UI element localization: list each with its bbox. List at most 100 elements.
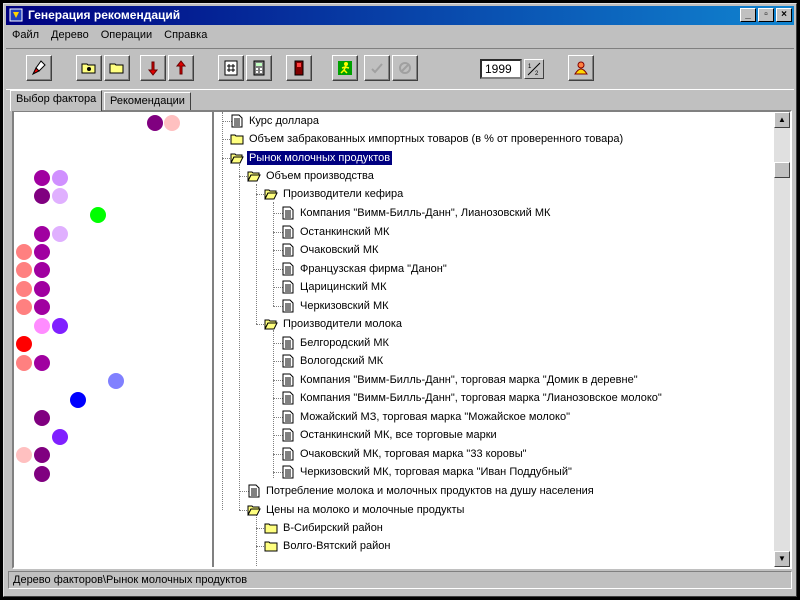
svg-text:1: 1 — [528, 64, 532, 70]
tree-item[interactable]: Можайский МЗ, торговая марка "Можайское … — [281, 408, 572, 426]
document-icon — [282, 225, 294, 239]
tree-item[interactable]: Царицинский МК — [281, 278, 389, 296]
tree-item[interactable]: Компания "Вимм-Билль-Данн", торговая мар… — [281, 371, 640, 389]
scroll-thumb[interactable] — [774, 162, 790, 178]
device-button[interactable] — [286, 55, 312, 81]
factor-dot[interactable] — [34, 188, 50, 204]
tree-item[interactable]: Объем производства — [247, 167, 376, 185]
menu-help[interactable]: Справка — [158, 27, 213, 45]
factor-dot[interactable] — [34, 447, 50, 463]
factor-dot[interactable] — [34, 281, 50, 297]
minimize-button[interactable]: _ — [740, 8, 756, 22]
scroll-down-button[interactable]: ▼ — [774, 551, 790, 567]
people-icon — [574, 61, 588, 75]
factor-dot[interactable] — [16, 299, 32, 315]
experts-button[interactable] — [568, 55, 594, 81]
tree-item[interactable]: Потребление молока и молочных продуктов … — [247, 482, 596, 500]
maximize-button[interactable]: ▫ — [758, 8, 774, 22]
tree-item[interactable]: Компания "Вимм-Билль-Данн", Лианозовский… — [281, 204, 552, 222]
tab-factor-selection[interactable]: Выбор фактора — [10, 90, 103, 111]
open-button[interactable] — [76, 55, 102, 81]
tree-item[interactable]: Черкизовский МК, торговая марка "Иван По… — [281, 463, 574, 481]
factor-dot[interactable] — [16, 355, 32, 371]
title-bar: Генерация рекомендаций _ ▫ × — [6, 6, 794, 25]
close-button[interactable]: × — [776, 8, 792, 22]
factor-dot[interactable] — [34, 410, 50, 426]
factor-dot[interactable] — [34, 244, 50, 260]
factor-dot[interactable] — [164, 115, 180, 131]
tree-item[interactable]: Волго-Вятский район — [264, 537, 393, 555]
folder-button[interactable] — [104, 55, 130, 81]
menu-operations[interactable]: Операции — [95, 27, 158, 45]
tree-item[interactable]: Черкизовский МК — [281, 297, 391, 315]
factor-dot[interactable] — [16, 262, 32, 278]
year-spin-button[interactable]: 12 — [524, 59, 544, 79]
tree-item[interactable]: Производители молока — [264, 315, 404, 333]
tree-vertical-scrollbar[interactable]: ▲ ▼ — [774, 112, 790, 567]
factor-dot[interactable] — [52, 318, 68, 334]
pane-splitter[interactable] — [212, 112, 214, 567]
factor-dot[interactable] — [52, 188, 68, 204]
menu-file[interactable]: Файл — [6, 27, 45, 45]
tree-item[interactable]: В-Сибирский район — [264, 519, 385, 537]
tree-item-selected[interactable]: Рынок молочных продуктов — [230, 149, 393, 167]
factor-dot[interactable] — [108, 373, 124, 389]
svg-text:2: 2 — [535, 71, 539, 77]
tree-item[interactable]: Очаковский МК, торговая марка "33 коровы… — [281, 445, 529, 463]
factor-dot[interactable] — [34, 318, 50, 334]
factor-dot[interactable] — [34, 262, 50, 278]
factor-dot[interactable] — [34, 355, 50, 371]
tree-item[interactable]: Объем забракованных импортных товаров (в… — [230, 130, 625, 148]
document-icon — [282, 373, 294, 387]
factor-tree: Курс доллара Объем забракованных импортн… — [216, 112, 774, 567]
open-folder-icon — [230, 153, 244, 164]
open-folder-icon — [247, 505, 261, 516]
tree-item[interactable]: Производители кефира — [264, 185, 405, 203]
table-button[interactable] — [218, 55, 244, 81]
calculate-button[interactable] — [246, 55, 272, 81]
run-button[interactable] — [332, 55, 358, 81]
run-icon — [338, 61, 352, 75]
factor-dot[interactable] — [16, 447, 32, 463]
hash-document-icon — [224, 60, 238, 76]
status-path: Дерево факторов\Рынок молочных продуктов — [13, 574, 248, 586]
menu-bar: Файл Дерево Операции Справка — [6, 27, 794, 45]
factor-dot[interactable] — [90, 207, 106, 223]
factor-dot[interactable] — [34, 170, 50, 186]
factor-dot[interactable] — [16, 281, 32, 297]
tree-item[interactable]: Белгородский МК — [281, 334, 391, 352]
document-icon — [282, 206, 294, 220]
factor-dot[interactable] — [52, 226, 68, 242]
clear-button[interactable] — [26, 55, 52, 81]
cancel-button[interactable] — [392, 55, 418, 81]
tree-item[interactable]: Вологодский МК — [281, 352, 385, 370]
move-down-button[interactable] — [140, 55, 166, 81]
tree-item[interactable]: Компания "Вимм-Билль-Данн", торговая мар… — [281, 389, 664, 407]
document-icon — [282, 410, 294, 424]
accept-button[interactable] — [364, 55, 390, 81]
open-folder-icon — [247, 171, 261, 182]
factor-dot[interactable] — [34, 466, 50, 482]
tab-recommendations[interactable]: Рекомендации — [104, 92, 191, 110]
document-icon — [282, 465, 294, 479]
tree-item[interactable]: Курс доллара — [230, 112, 321, 130]
factor-dot[interactable] — [34, 226, 50, 242]
factor-dot[interactable] — [16, 244, 32, 260]
scroll-up-button[interactable]: ▲ — [774, 112, 790, 128]
year-input[interactable]: 1999 — [480, 59, 522, 79]
tree-item[interactable]: Останкинский МК — [281, 223, 391, 241]
menu-tree[interactable]: Дерево — [45, 27, 95, 45]
folder-icon — [109, 63, 124, 74]
factor-dot[interactable] — [34, 299, 50, 315]
move-up-button[interactable] — [168, 55, 194, 81]
tree-item[interactable]: Очаковский МК — [281, 241, 380, 259]
tree-item[interactable]: Цены на молоко и молочные продукты — [247, 501, 466, 519]
tree-item[interactable]: Французская фирма "Данон" — [281, 260, 449, 278]
factor-dot[interactable] — [52, 170, 68, 186]
factor-dot[interactable] — [70, 392, 86, 408]
tree-item[interactable]: Останкинский МК, все торговые марки — [281, 426, 499, 444]
factor-dot[interactable] — [147, 115, 163, 131]
factor-dot[interactable] — [16, 336, 32, 352]
arrow-down-icon — [147, 61, 159, 76]
factor-dot[interactable] — [52, 429, 68, 445]
